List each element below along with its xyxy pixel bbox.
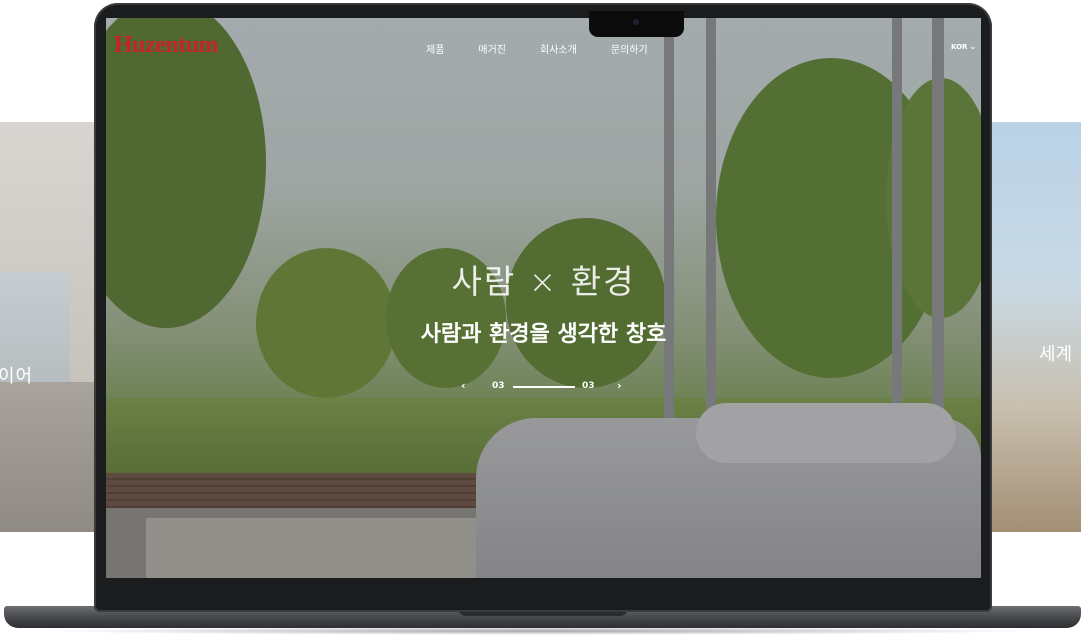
- main-nav: 제품 매거진 회사소개 문의하기: [426, 41, 648, 56]
- slide-progress-bar: [513, 386, 575, 388]
- hero-subtitle: 사람과 환경을 생각한 창호: [420, 322, 667, 347]
- current-slide-number: 03: [492, 381, 505, 391]
- language-label: KOR: [951, 43, 968, 51]
- camera-icon: [633, 19, 639, 25]
- chevron-left-icon[interactable]: ‹: [461, 380, 466, 391]
- website-screen: Huzentum 제품 매거진 회사소개 문의하기 KOR ⌄ 사람 × 환경 사…: [106, 18, 981, 578]
- nav-item-products[interactable]: 제품: [426, 41, 444, 56]
- next-slide-text: 세계: [1039, 344, 1073, 365]
- site-logo[interactable]: Huzentum: [114, 32, 219, 59]
- nav-item-about[interactable]: 회사소개: [540, 41, 577, 56]
- hero-title: 사람 × 환경: [451, 262, 636, 301]
- prev-slide-text: 이어: [0, 366, 34, 387]
- chevron-down-icon: ⌄: [969, 42, 977, 51]
- language-selector[interactable]: KOR ⌄: [951, 42, 976, 51]
- laptop-shadow: [40, 627, 1040, 635]
- total-slides-number: 03: [582, 381, 595, 391]
- nav-item-magazine[interactable]: 매거진: [478, 41, 506, 56]
- camera-notch: [589, 11, 684, 37]
- nav-item-contact[interactable]: 문의하기: [611, 41, 648, 56]
- slide-pager: ‹ 03 03 ›: [461, 380, 631, 395]
- chevron-right-icon[interactable]: ›: [617, 380, 622, 391]
- slide-progress-fill: [513, 386, 575, 388]
